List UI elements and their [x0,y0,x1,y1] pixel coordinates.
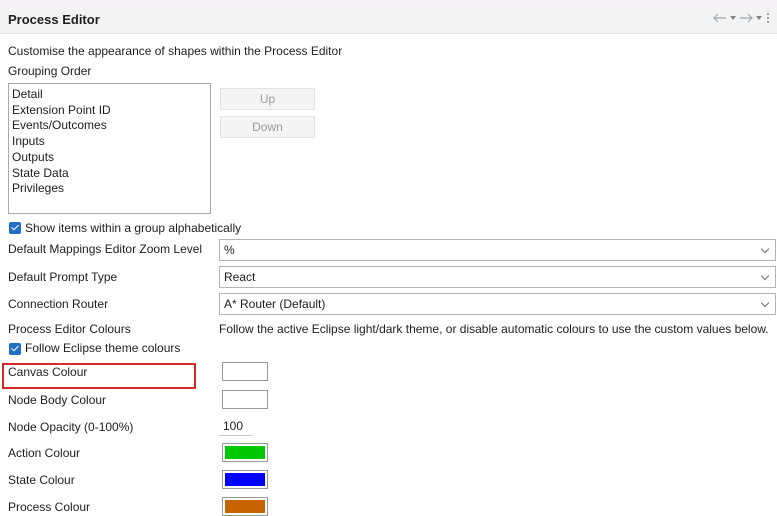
forward-dropdown-icon[interactable] [755,13,763,26]
state-colour-label: State Colour [8,473,75,487]
down-button[interactable]: Down [220,116,315,138]
action-colour-swatch[interactable] [222,443,268,462]
list-item[interactable]: Events/Outcomes [12,118,207,134]
colour-fill [225,473,265,486]
zoom-level-value: % [224,243,235,257]
editor-colours-label: Process Editor Colours [8,322,131,336]
colour-fill [225,365,265,378]
back-icon[interactable] [713,13,727,26]
prompt-type-select[interactable]: React [219,266,776,288]
list-item[interactable]: Outputs [12,150,207,166]
list-item[interactable]: Detail [12,87,207,103]
node-body-colour-swatch[interactable] [222,390,268,409]
grouping-order-list[interactable]: Detail Extension Point ID Events/Outcome… [8,83,211,214]
process-colour-label: Process Colour [8,500,91,514]
connection-router-value: A* Router (Default) [224,297,326,311]
chevron-down-icon[interactable] [760,267,772,287]
grouping-order-label: Grouping Order [8,64,92,78]
view-menu-icon[interactable] [765,12,771,27]
colour-fill [225,393,265,406]
node-body-colour-label: Node Body Colour [8,393,107,407]
connection-router-label: Connection Router [8,297,109,311]
header-nav-icons [713,12,771,27]
connection-router-select[interactable]: A* Router (Default) [219,293,776,315]
node-opacity-input[interactable]: 100 [219,416,252,436]
zoom-level-label: Default Mappings Editor Zoom Level [8,242,203,256]
zoom-level-select[interactable]: % [219,239,776,261]
canvas-colour-swatch[interactable] [222,362,268,381]
action-colour-label: Action Colour [8,446,81,460]
page-title: Process Editor [8,12,100,27]
page-description: Customise the appearance of shapes withi… [8,44,343,58]
follow-theme-checkbox[interactable] [9,343,21,355]
list-item[interactable]: Extension Point ID [12,103,207,119]
chevron-down-icon[interactable] [760,294,772,314]
colour-fill [225,446,265,459]
forward-icon[interactable] [739,13,753,26]
list-item[interactable]: Inputs [12,134,207,150]
node-opacity-label: Node Opacity (0-100%) [8,420,134,434]
state-colour-swatch[interactable] [222,470,268,489]
follow-theme-label: Follow Eclipse theme colours [25,341,181,355]
prompt-type-label: Default Prompt Type [8,270,118,284]
show-alphabetically-checkbox[interactable] [9,222,21,234]
back-dropdown-icon[interactable] [729,13,737,26]
page-header: Process Editor [0,6,777,34]
prompt-type-value: React [224,270,256,284]
list-item[interactable]: State Data [12,166,207,182]
up-button[interactable]: Up [220,88,315,110]
canvas-colour-label: Canvas Colour [8,365,88,379]
list-item[interactable]: Privileges [12,181,207,197]
chevron-down-icon[interactable] [760,240,772,260]
show-alphabetically-label: Show items within a group alphabetically [25,221,242,235]
editor-colours-hint: Follow the active Eclipse light/dark the… [219,322,769,336]
